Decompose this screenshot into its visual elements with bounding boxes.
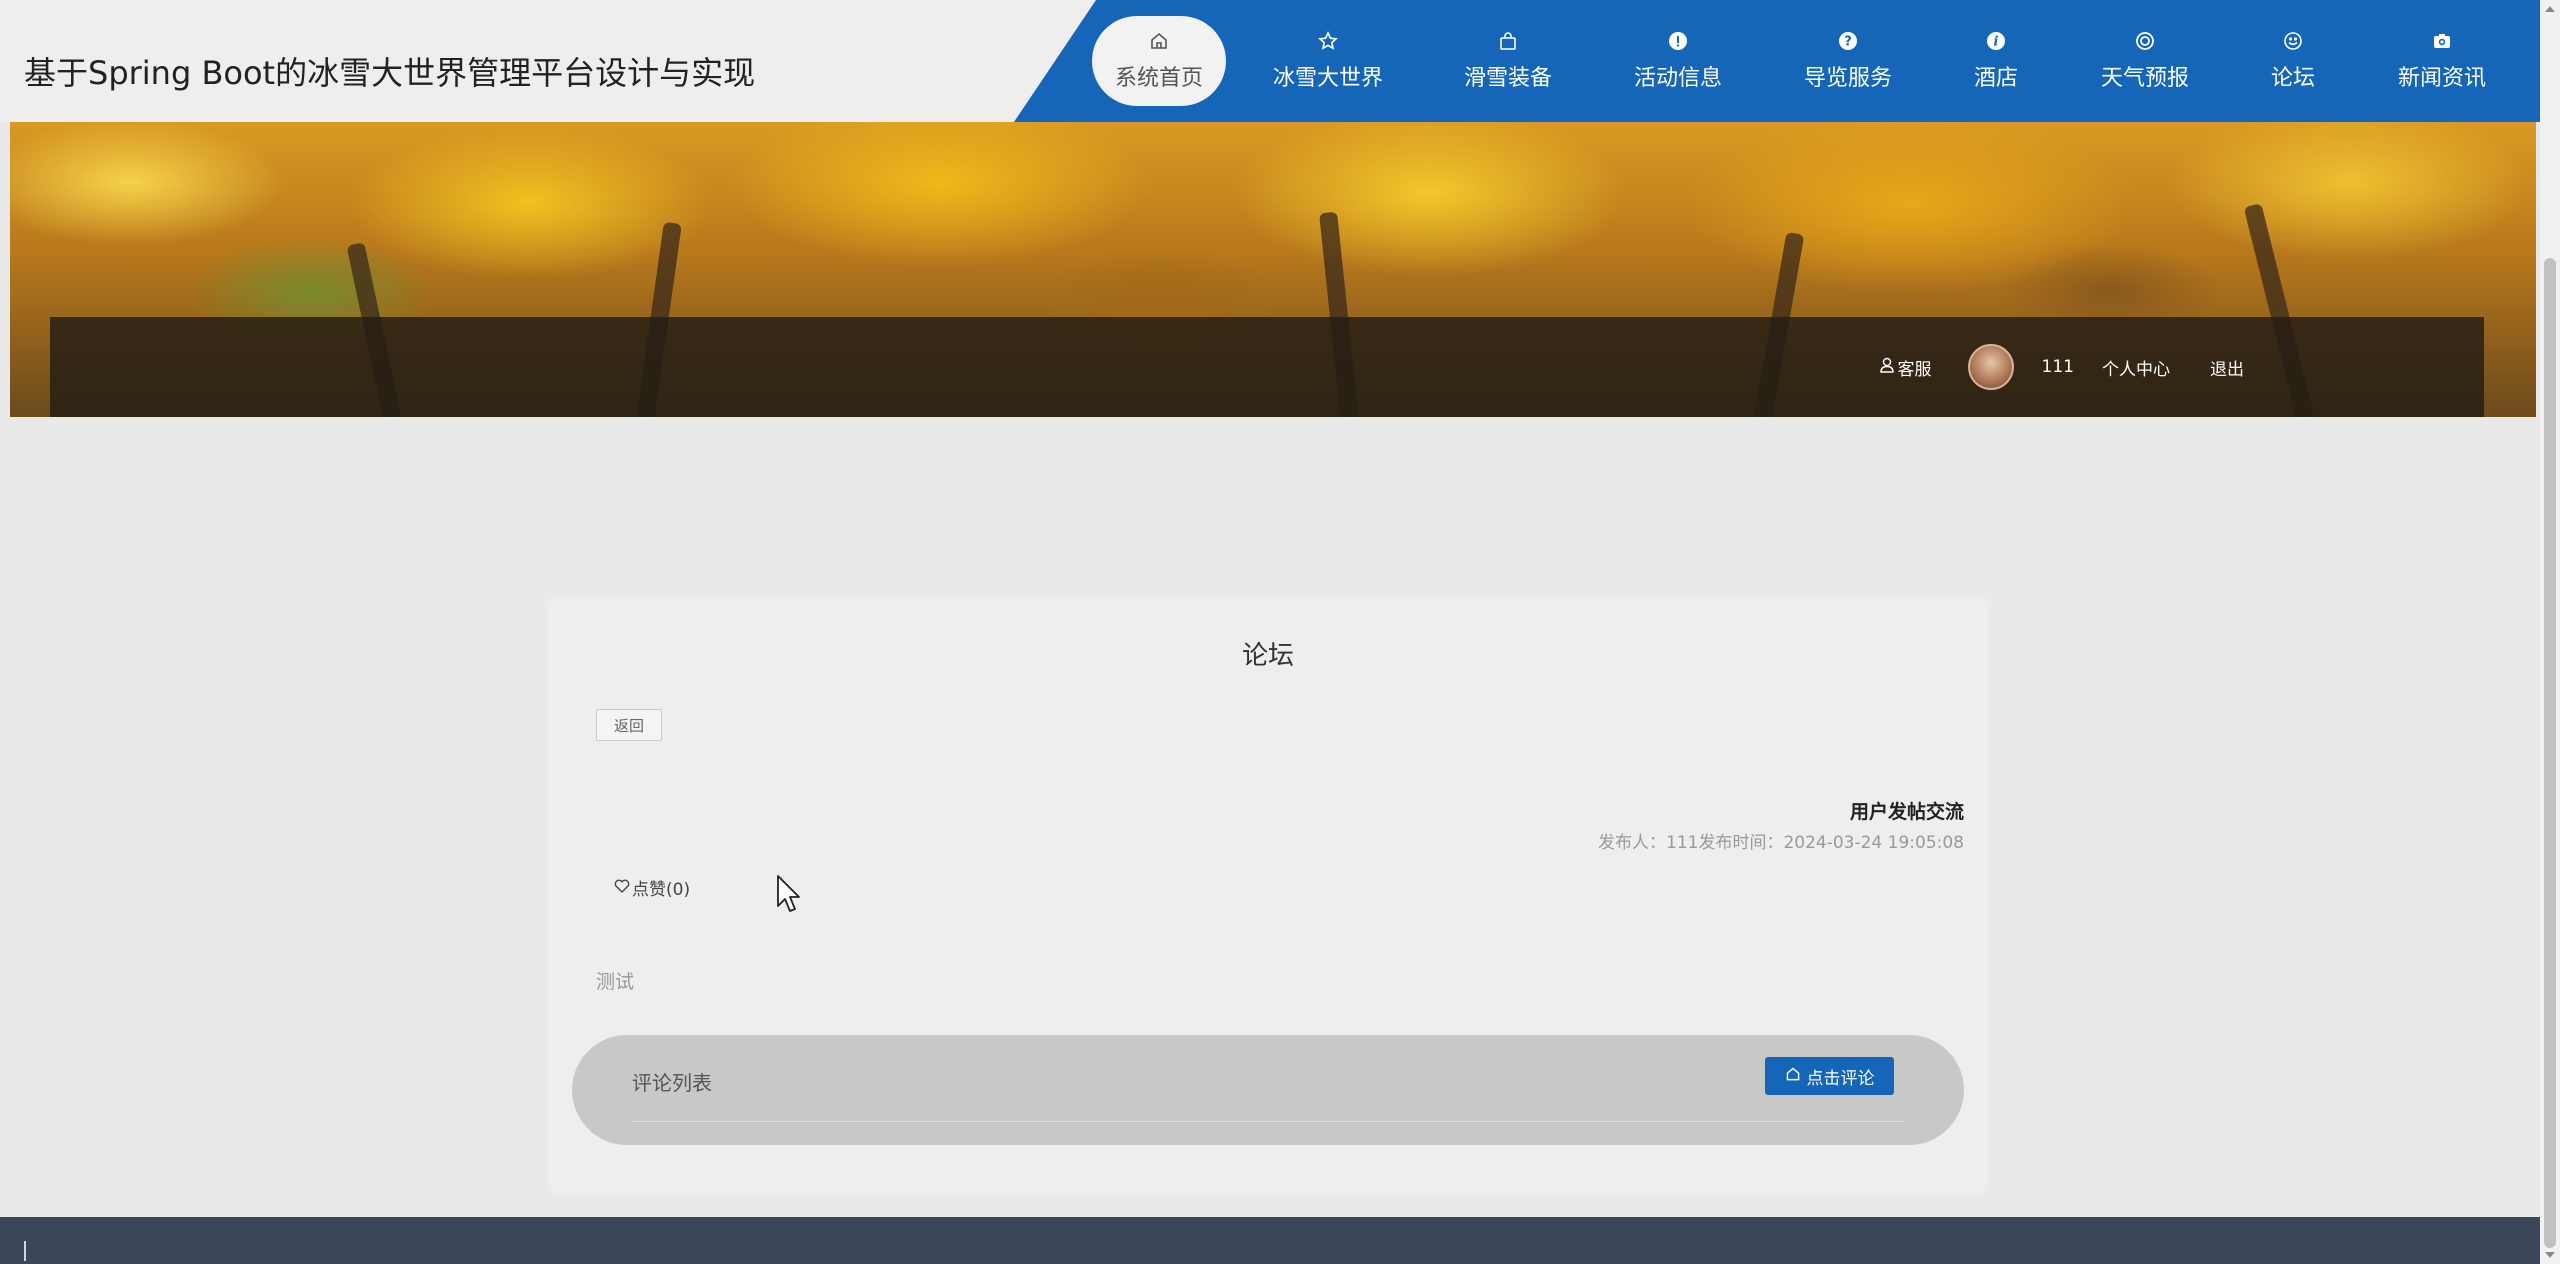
comment-button[interactable]: 点击评论: [1765, 1057, 1894, 1095]
service-label: 客服: [1897, 359, 1932, 380]
text-caret: [24, 1241, 26, 1261]
nav-label: 论坛: [2270, 66, 2315, 91]
user-toolbar: 客服 111 个人中心 退出: [50, 317, 2484, 417]
comment-section: 评论列表 点击评论: [572, 1035, 1964, 1145]
banner-image: 客服 111 个人中心 退出: [10, 122, 2536, 417]
personal-center-link[interactable]: 个人中心: [2102, 355, 2170, 380]
vertical-scrollbar[interactable]: [2540, 0, 2560, 1264]
footer: [0, 1217, 2540, 1264]
page-title: 论坛: [1241, 641, 1294, 671]
star-icon: [1317, 30, 1339, 52]
nav-label: 酒店: [1973, 66, 2018, 91]
nav-item-news[interactable]: 新闻资讯: [2362, 16, 2522, 106]
forum-card: 论坛 返回 用户发帖交流 发布人：111发布时间：2024-03-24 19:0…: [548, 597, 1988, 1193]
info-icon: i: [1985, 30, 2007, 52]
heart-icon: [614, 878, 630, 898]
post-title: 用户发帖交流: [1849, 801, 1964, 823]
logout-link[interactable]: 退出: [2210, 355, 2244, 380]
ring-icon: [2134, 30, 2156, 52]
scroll-up-icon[interactable]: [2545, 6, 2555, 12]
back-button[interactable]: 返回: [596, 709, 662, 741]
nav-item-hotel[interactable]: i 酒店: [1926, 16, 2066, 106]
like-label: 点赞(0): [632, 880, 691, 900]
nav-item-home[interactable]: 系统首页: [1092, 16, 1226, 106]
svg-text:i: i: [1994, 35, 1999, 50]
nav-label: 滑雪装备: [1463, 66, 1552, 91]
user-icon: [1879, 357, 1894, 378]
smile-icon: [2282, 30, 2304, 52]
scroll-thumb[interactable]: [2544, 258, 2556, 1248]
username: 111: [2041, 357, 2074, 377]
bag-icon: [1497, 30, 1519, 52]
divider: [632, 1121, 1904, 1122]
user-bar: 客服 111 个人中心 退出: [1879, 317, 2244, 417]
nav-label: 新闻资讯: [2397, 66, 2486, 91]
nav-label: 活动信息: [1633, 66, 1722, 91]
avatar[interactable]: [1967, 344, 2014, 390]
alert-icon: [1667, 30, 1689, 52]
home-icon: [1148, 30, 1170, 52]
site-title: 基于Spring Boot的冰雪大世界管理平台设计与实现: [24, 54, 756, 92]
header: 基于Spring Boot的冰雪大世界管理平台设计与实现 系统首页 冰雪大世界 …: [0, 0, 2540, 122]
scroll-down-icon[interactable]: [2545, 1252, 2555, 1258]
nav-item-ice-world[interactable]: 冰雪大世界: [1226, 16, 1430, 106]
camera-icon: [2431, 30, 2453, 52]
customer-service-link[interactable]: 客服: [1879, 355, 1932, 380]
nav-label: 冰雪大世界: [1272, 66, 1383, 91]
nav-label: 导览服务: [1803, 66, 1892, 91]
nav-item-weather[interactable]: 天气预报: [2066, 16, 2224, 106]
nav-item-ski-equipment[interactable]: 滑雪装备: [1430, 16, 1586, 106]
nav-label: 系统首页: [1114, 66, 1203, 91]
nav-item-forum[interactable]: 论坛: [2224, 16, 2362, 106]
home-icon: [1785, 1066, 1801, 1087]
nav-item-guide[interactable]: ? 导览服务: [1770, 16, 1926, 106]
post-meta: 发布人：111发布时间：2024-03-24 19:05:08: [1598, 833, 1964, 853]
question-icon: ?: [1837, 30, 1859, 52]
comment-list-title: 评论列表: [632, 1071, 712, 1095]
mouse-cursor-icon: [776, 874, 802, 918]
nav-item-events[interactable]: 活动信息: [1586, 16, 1770, 106]
main-nav: 系统首页 冰雪大世界 滑雪装备 活动信息 ? 导览服务 i 酒店 天气预报 论坛…: [1092, 16, 2522, 106]
nav-label: 天气预报: [2100, 66, 2189, 91]
like-button[interactable]: 点赞(0): [614, 875, 690, 900]
svg-text:?: ?: [1844, 35, 1852, 50]
post-content: 测试: [596, 971, 635, 993]
comment-button-label: 点击评论: [1806, 1068, 1875, 1089]
